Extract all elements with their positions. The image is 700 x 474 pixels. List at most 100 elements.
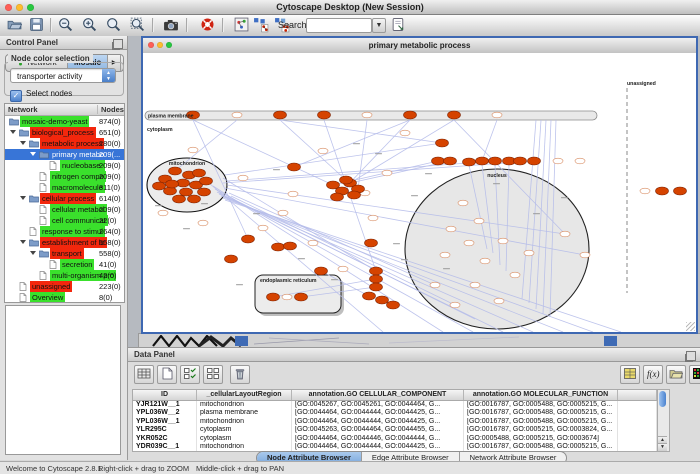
table-cell: [GO:0016787, GO:0005488, GO:0005215, G..…: [464, 418, 618, 426]
table-cell: [618, 435, 657, 443]
attribute-table[interactable]: ID_cellularLayoutRegionannotation.GO CEL…: [132, 389, 658, 452]
attribute-table-header[interactable]: ID_cellularLayoutRegionannotation.GO CEL…: [133, 390, 657, 401]
search-input[interactable]: [308, 19, 372, 32]
search-options-button[interactable]: [389, 17, 407, 34]
attribute-table-scrollbar[interactable]: ▲ ▼: [657, 389, 670, 452]
tree-row-label[interactable]: primary metabo: [50, 149, 106, 160]
network-tree-header[interactable]: NetworkNodes: [5, 104, 124, 116]
tree-row[interactable]: biological_process651(0): [5, 127, 124, 138]
tree-row-label[interactable]: Overview: [30, 292, 65, 303]
table-column-header[interactable]: _cellularLayoutRegion: [197, 390, 292, 400]
node-selected-color: [370, 267, 383, 275]
tree-row[interactable]: multi-organism pro42(0): [5, 270, 124, 281]
network-view-window[interactable]: primary metabolic process plasma membran…: [141, 36, 698, 334]
node: [458, 200, 468, 206]
tree-row[interactable]: secretion41(0): [5, 259, 124, 270]
table-row[interactable]: YPL036W__1mitochondrion[GO:0044464, GO:0…: [133, 418, 657, 426]
tree-row-node-count: 209(0): [99, 204, 121, 215]
tree-row[interactable]: nucleobase-209(0): [5, 160, 124, 171]
table-row[interactable]: YPL036W__2plasma membrane[GO:0044464, GO…: [133, 409, 657, 417]
tree-expand-arrow-icon[interactable]: [30, 251, 36, 255]
control-panel-title: Control Panel: [6, 38, 58, 47]
network-canvas[interactable]: plasma membranecytoplasmmitochondrionnuc…: [143, 53, 696, 332]
window-titlebar[interactable]: Cytoscape Desktop (New Session): [0, 0, 700, 15]
unselect-attributes-button[interactable]: [203, 365, 223, 384]
save-icon: [29, 17, 44, 32]
network-window-titlebar[interactable]: primary metabolic process: [143, 38, 696, 54]
search-dropdown-arrow[interactable]: ▼: [372, 18, 386, 33]
tree-expand-arrow-icon[interactable]: [20, 196, 26, 200]
table-column-header[interactable]: annotation.GO CELLULAR_COMPONENT: [292, 390, 464, 400]
node: [400, 130, 410, 136]
open-button[interactable]: [5, 17, 23, 34]
tree-row[interactable]: cell communicat22(0): [5, 215, 124, 226]
float-panel-icon[interactable]: [113, 39, 123, 49]
table-column-header[interactable]: [618, 390, 657, 400]
import-button[interactable]: [666, 365, 686, 384]
float-panel-icon[interactable]: [686, 351, 696, 361]
delete-attribute-button[interactable]: [230, 365, 250, 384]
tree-row[interactable]: transport558(0): [5, 248, 124, 259]
tree-row[interactable]: nitrogen compo209(0): [5, 171, 124, 182]
tree-row-label[interactable]: biological_process: [30, 127, 96, 138]
snapshot-button[interactable]: [162, 17, 180, 34]
page-icon: [29, 227, 39, 236]
zoom-out-button[interactable]: [56, 17, 74, 34]
tree-row[interactable]: metabolic process280(0): [5, 138, 124, 149]
tree-row-label[interactable]: cellular process: [40, 193, 96, 204]
save-button[interactable]: [27, 17, 45, 34]
table-row[interactable]: YKR052Ccytoplasm[GO:0044464, GO:0044446,…: [133, 435, 657, 443]
tree-row[interactable]: response to stimul264(0): [5, 226, 124, 237]
network-graph[interactable]: plasma membranecytoplasmmitochondrionnuc…: [143, 53, 696, 332]
table-column-header[interactable]: ID: [133, 390, 197, 400]
attribute-columns-button[interactable]: [134, 365, 154, 384]
matrix-button[interactable]: [620, 365, 640, 384]
tree-row-label[interactable]: mosaic-demo-yeast: [20, 116, 89, 127]
tree-row-node-count: 280(0): [99, 138, 121, 149]
create-attribute-button[interactable]: [157, 365, 177, 384]
tree-row[interactable]: unassigned223(0): [5, 281, 124, 292]
tree-row-label[interactable]: transport: [50, 248, 84, 259]
tree-row[interactable]: cellular process614(0): [5, 193, 124, 204]
tiny-node-label: [401, 259, 408, 260]
tree-row-label[interactable]: establishment of lo: [40, 237, 107, 248]
heatmap-button[interactable]: [689, 365, 700, 384]
select-nodes-checkbox[interactable]: ✓: [10, 90, 22, 102]
network-overlay-button[interactable]: [232, 17, 250, 34]
tree-row-label[interactable]: nitrogen compo: [50, 171, 106, 182]
table-row[interactable]: YLR295Ccytoplasm[GO:0045263, GO:0044464,…: [133, 426, 657, 434]
table-column-header[interactable]: annotation.GO MOLECULAR_FUNCTION: [464, 390, 618, 400]
plasma_membrane-label: plasma membrane: [148, 114, 194, 120]
tree-row[interactable]: establishment of lo558(0): [5, 237, 124, 248]
zoom-fit-button[interactable]: [104, 17, 122, 34]
tree-row[interactable]: Overview8(0): [5, 292, 124, 303]
tree-row[interactable]: macromolecule311(0): [5, 182, 124, 193]
scroll-down-button[interactable]: ▼: [658, 443, 667, 451]
resize-grip[interactable]: [686, 322, 695, 331]
tree-row-label[interactable]: unassigned: [30, 281, 72, 292]
scrollbar-thumb[interactable]: [659, 391, 666, 407]
help-button[interactable]: [198, 17, 216, 34]
tree-row[interactable]: primary metabo209(...: [5, 149, 124, 160]
tree-expand-arrow-icon[interactable]: [30, 152, 36, 156]
tree-expand-arrow-icon[interactable]: [20, 240, 26, 244]
tree-row[interactable]: cellular metabol209(0): [5, 204, 124, 215]
tree-expand-arrow-icon[interactable]: [20, 141, 26, 145]
node-color-selection-legend: Node color selection: [8, 54, 93, 63]
node-color-dropdown[interactable]: transporter activity▲▼: [10, 68, 116, 83]
tree-row-label[interactable]: response to stimul: [40, 226, 105, 237]
zoom-out-icon: [58, 17, 73, 32]
tree-row[interactable]: mosaic-demo-yeast874(0): [5, 116, 124, 127]
table-row[interactable]: YJR121W__1mitochondrion[GO:0045267, GO:0…: [133, 401, 657, 409]
function-button[interactable]: f(x): [643, 365, 663, 384]
cytoplasm-label: cytoplasm: [147, 127, 173, 133]
zoom-selected-button[interactable]: [128, 17, 146, 34]
vizmap-1-button[interactable]: [252, 17, 270, 34]
tree-row-label[interactable]: secretion: [60, 259, 94, 270]
zoom-in-button[interactable]: [80, 17, 98, 34]
tree-expand-arrow-icon[interactable]: [10, 130, 16, 134]
node-selected-color: [193, 169, 206, 177]
tree-row-label[interactable]: metabolic process: [40, 138, 104, 149]
select-attributes-button[interactable]: [180, 365, 200, 384]
tree-row-label[interactable]: macromolecule: [50, 182, 105, 193]
